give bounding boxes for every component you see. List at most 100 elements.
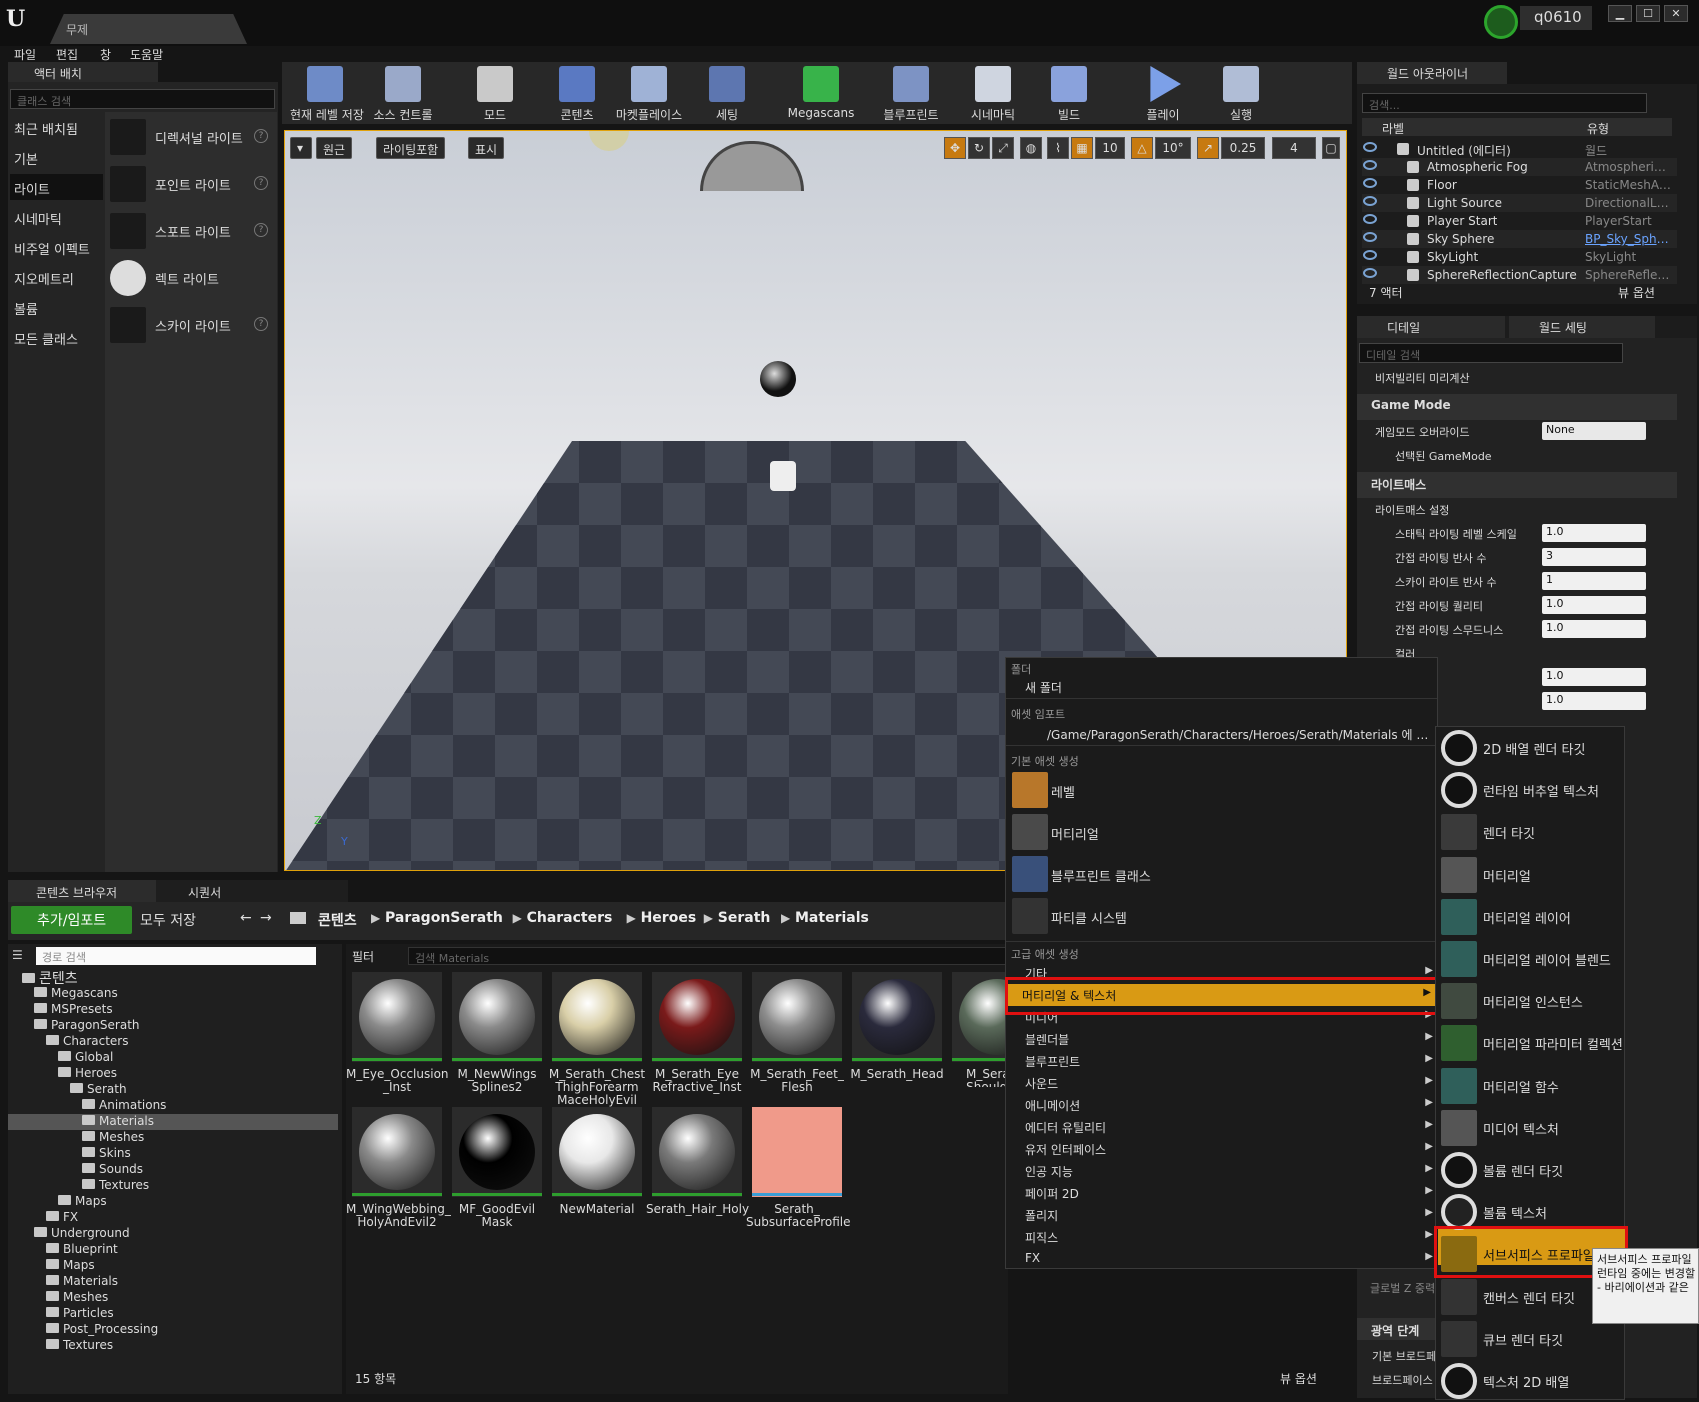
advanced-item[interactable]: 블루프린트 ▶: [1006, 1050, 1437, 1070]
asset-tile[interactable]: M_Serath_Head: [850, 972, 944, 1087]
help-icon[interactable]: ?: [254, 129, 268, 143]
class-search-input[interactable]: 클래스 검색: [10, 89, 275, 109]
tree-folder[interactable]: Maps: [8, 1258, 338, 1274]
detail-row[interactable]: Game Mode: [1357, 394, 1677, 420]
submenu-item[interactable]: 미디어 텍스처: [1436, 1107, 1624, 1149]
tree-folder[interactable]: Maps: [8, 1194, 338, 1210]
source-control-status-icon[interactable]: [1484, 5, 1518, 39]
category-basic[interactable]: 기본: [10, 144, 103, 170]
outliner-row[interactable]: Atmospheric Fog AtmosphericFog: [1362, 158, 1677, 176]
tree-folder[interactable]: FX: [8, 1210, 338, 1226]
surface-snap-icon[interactable]: ⌇: [1047, 137, 1069, 159]
camera-speed-button[interactable]: 4: [1272, 137, 1316, 159]
build-button[interactable]: 빌드: [1034, 64, 1104, 122]
tree-folder[interactable]: Global: [8, 1050, 338, 1066]
help-icon[interactable]: ?: [254, 317, 268, 331]
tab-sequencer[interactable]: 시퀀서: [160, 880, 280, 902]
asset-tile[interactable]: M_NewWings Splines2: [452, 972, 542, 1094]
tree-folder[interactable]: Meshes: [8, 1130, 338, 1146]
source-control-button[interactable]: 소스 컨트롤: [368, 64, 438, 122]
world-local-icon[interactable]: ◍: [1020, 137, 1042, 159]
place-item-rect-light[interactable]: 렉트 라이트: [110, 258, 275, 298]
submenu-item[interactable]: 큐브 렌더 타깃: [1436, 1318, 1624, 1360]
tab-content-browser[interactable]: 콘텐츠 브라우저: [8, 880, 156, 902]
outliner-row[interactable]: Player Start PlayerStart: [1362, 212, 1677, 230]
asset-tile[interactable]: M_Serath_ ShoulderA Holyand: [952, 972, 1008, 1087]
settings-button[interactable]: 세팅: [692, 64, 762, 122]
tree-folder[interactable]: Sounds: [8, 1162, 338, 1178]
outliner-view-options[interactable]: 뷰 옵션: [1618, 284, 1655, 301]
viewport-options-button[interactable]: ▾: [290, 137, 312, 159]
eye-icon[interactable]: [1363, 268, 1377, 278]
detail-value-field[interactable]: 1: [1542, 572, 1646, 590]
detail-row[interactable]: 라이트매스: [1357, 472, 1677, 498]
submenu-item[interactable]: 런타임 버추얼 텍스처: [1436, 769, 1624, 811]
submenu-item[interactable]: 머티리얼: [1436, 854, 1624, 896]
document-tab[interactable]: 무제: [50, 14, 247, 44]
detail-value-field[interactable]: None: [1542, 422, 1646, 440]
outliner-row[interactable]: SkyLight SkyLight: [1362, 248, 1677, 266]
advanced-item[interactable]: 유저 인터페이스 ▶: [1006, 1138, 1437, 1158]
menu-edit[interactable]: 편집: [56, 46, 78, 62]
rotate-tool-icon[interactable]: ↻: [968, 137, 990, 159]
help-icon[interactable]: ?: [254, 176, 268, 190]
eye-icon[interactable]: [1363, 232, 1377, 242]
lit-mode-button[interactable]: 라이팅포함: [376, 137, 446, 159]
detail-value-field[interactable]: 1.0: [1542, 596, 1646, 614]
breadcrumb-item[interactable]: Characters: [527, 910, 613, 926]
eye-icon[interactable]: [1363, 178, 1377, 188]
submenu-item[interactable]: 머티리얼 함수: [1436, 1065, 1624, 1107]
tree-folder[interactable]: Animations: [8, 1098, 338, 1114]
modes-button[interactable]: 모드: [460, 64, 530, 122]
tree-folder[interactable]: MSPresets: [8, 1002, 338, 1018]
asset-tile[interactable]: M_Eye_Occlusion _Inst: [346, 972, 449, 1094]
show-button[interactable]: 표시: [468, 137, 505, 159]
close-button[interactable]: ✕: [1664, 5, 1688, 22]
asset-tile[interactable]: MF_GoodEvil Mask: [452, 1107, 542, 1229]
tree-folder[interactable]: Megascans: [8, 986, 338, 1002]
cinematics-button[interactable]: 시네마틱: [958, 64, 1028, 122]
submenu-item[interactable]: 머티리얼 레이어 블렌드: [1436, 938, 1624, 980]
content-view-options[interactable]: 뷰 옵션: [1280, 1370, 1317, 1387]
place-item-sky-light[interactable]: 스카이 라이트 ?: [110, 305, 275, 345]
column-label-header[interactable]: 라벨: [1382, 120, 1404, 137]
breadcrumb-separator-icon[interactable]: ▶: [371, 911, 380, 925]
breadcrumb-item[interactable]: ParagonSerath: [385, 910, 503, 926]
place-item-spot-light[interactable]: 스포트 라이트 ?: [110, 211, 275, 251]
rotation-snap-icon[interactable]: △: [1131, 137, 1153, 159]
advanced-item[interactable]: 피직스 ▶: [1006, 1226, 1437, 1246]
submenu-item[interactable]: 머티리얼 인스턴스: [1436, 980, 1624, 1022]
category-all-classes[interactable]: 모든 클래스: [10, 324, 103, 350]
perspective-button[interactable]: 원근: [316, 137, 353, 159]
menu-help[interactable]: 도움말: [130, 46, 163, 62]
marketplace-button[interactable]: 마켓플레이스: [614, 64, 684, 122]
detail-value-field[interactable]: 1.0: [1542, 668, 1646, 686]
eye-icon[interactable]: [1363, 214, 1377, 224]
advanced-item[interactable]: 에디터 유틸리티 ▶: [1006, 1116, 1437, 1136]
advanced-item[interactable]: 사운드 ▶: [1006, 1072, 1437, 1092]
outliner-row[interactable]: Floor StaticMeshActor: [1362, 176, 1677, 194]
eye-icon[interactable]: [1363, 196, 1377, 206]
outliner-search-input[interactable]: 검색...: [1362, 93, 1647, 113]
asset-tile[interactable]: M_Serath_Eye Refractive_Inst: [652, 972, 742, 1094]
advanced-item[interactable]: 폴리지 ▶: [1006, 1204, 1437, 1224]
asset-tile[interactable]: Serath_ SubsurfaceProfile: [746, 1107, 851, 1229]
help-icon[interactable]: ?: [254, 223, 268, 237]
breadcrumb-item[interactable]: 콘텐츠: [318, 910, 357, 930]
scale-tool-icon[interactable]: ⤢: [992, 137, 1014, 159]
submenu-item[interactable]: 머티리얼 파라미터 컬렉션: [1436, 1022, 1624, 1064]
submenu-item[interactable]: 볼륨 렌더 타깃: [1436, 1149, 1624, 1191]
category-lights[interactable]: 라이트: [10, 174, 103, 200]
category-recent[interactable]: 최근 배치됨: [10, 114, 103, 140]
tree-folder[interactable]: Underground: [8, 1226, 338, 1242]
category-geometry[interactable]: 지오메트리: [10, 264, 103, 290]
asset-tile[interactable]: M_WingWebbing_ HolyAndEvil2: [346, 1107, 451, 1229]
detail-value-field[interactable]: 1.0: [1542, 692, 1646, 710]
tree-folder[interactable]: Skins: [8, 1146, 338, 1162]
outliner-row[interactable]: Sky Sphere BP_Sky_Sphere: [1362, 230, 1677, 248]
eye-icon[interactable]: [1363, 142, 1377, 152]
tree-folder[interactable]: Particles: [8, 1306, 338, 1322]
create-basic-3[interactable]: 파티클 시스템: [1006, 896, 1437, 936]
breadcrumb-item[interactable]: Serath: [718, 910, 771, 926]
create-basic-0[interactable]: 레벨: [1006, 770, 1437, 810]
